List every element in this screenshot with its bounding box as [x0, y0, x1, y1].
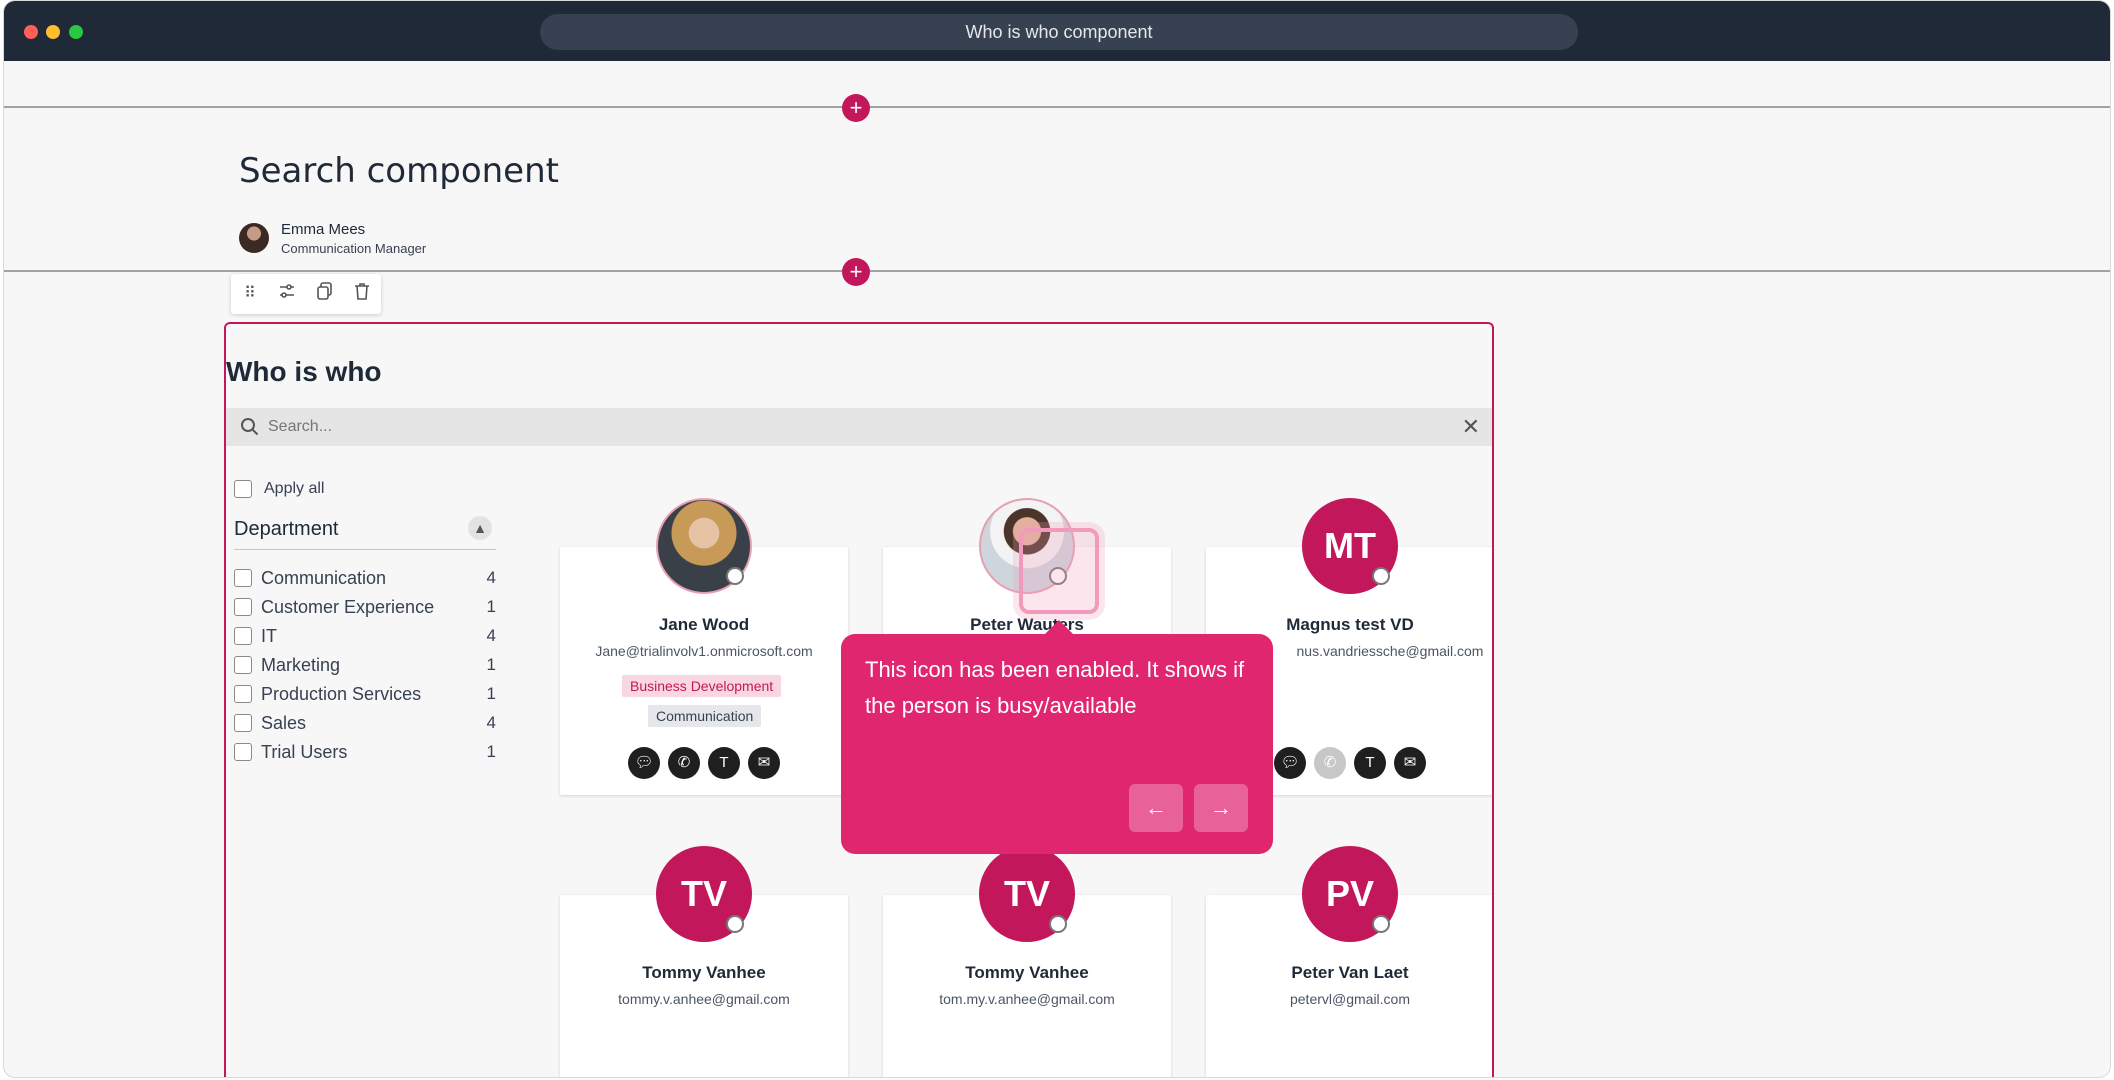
- app-window: Who is who component + Search component …: [3, 0, 2111, 1078]
- chevron-up-icon[interactable]: ▲: [468, 516, 492, 540]
- filter-checkbox[interactable]: [234, 714, 252, 732]
- teams-icon[interactable]: T: [1354, 747, 1386, 779]
- filter-label: Production Services: [261, 684, 422, 704]
- filter-count: 4: [486, 713, 496, 732]
- page-title: Search component: [239, 151, 559, 191]
- chat-icon[interactable]: 💬︎: [628, 747, 660, 779]
- filter-checkbox[interactable]: [234, 656, 252, 674]
- filter-count: 1: [486, 684, 496, 703]
- search-input[interactable]: [266, 417, 1370, 437]
- settings-icon[interactable]: [275, 282, 299, 306]
- arrow-left-icon[interactable]: ←: [1129, 784, 1183, 832]
- phone-icon[interactable]: ✆: [668, 747, 700, 779]
- mail-icon[interactable]: ✉: [1394, 747, 1426, 779]
- person-name: Tommy Vanhee: [642, 963, 766, 982]
- filter-count: 4: [486, 626, 496, 645]
- filter-label: Trial Users: [261, 742, 348, 762]
- phone-icon: ✆: [1314, 747, 1346, 779]
- filter-count: 4: [486, 568, 496, 587]
- filter-label: Sales: [261, 713, 307, 733]
- filter-checkbox[interactable]: [234, 598, 252, 616]
- presence-status-icon: [1049, 915, 1067, 933]
- filter-label: IT: [261, 626, 277, 646]
- titlebar: Who is who component: [4, 1, 2110, 61]
- section-divider: [4, 270, 2110, 272]
- address-bar[interactable]: Who is who component: [540, 14, 1578, 50]
- tooltip-text: This icon has been enabled. It shows if …: [865, 657, 1245, 718]
- close-icon[interactable]: ✕: [1462, 414, 1480, 440]
- chat-icon[interactable]: 💬︎: [1274, 747, 1306, 779]
- maximize-window-button[interactable]: [69, 25, 83, 39]
- presence-status-icon: [726, 567, 744, 585]
- person-name: Magnus test VD: [1286, 615, 1414, 634]
- filter-checkbox[interactable]: [234, 685, 252, 703]
- filter-count: 1: [486, 597, 496, 616]
- filter-label: Customer Experience: [261, 597, 435, 617]
- filter-checkbox[interactable]: [234, 569, 252, 587]
- person-email: Jane@trialinvolv1.onmicrosoft.com: [595, 643, 813, 659]
- close-window-button[interactable]: [24, 25, 38, 39]
- department-divider: [234, 549, 496, 550]
- person-name: Tommy Vanhee: [965, 963, 1089, 982]
- copy-icon[interactable]: [313, 282, 337, 306]
- apply-all-checkbox[interactable]: [234, 480, 252, 498]
- tour-highlight: [1019, 528, 1099, 614]
- person-email: nus.vandriessche@gmail.com: [1296, 643, 1484, 659]
- author-avatar: [239, 223, 269, 253]
- person-name: Peter Wauters: [970, 615, 1084, 634]
- contact-actions: 💬︎ ✆ T ✉: [560, 747, 848, 779]
- department-tag: Communication: [648, 705, 762, 727]
- mail-icon[interactable]: ✉: [748, 747, 780, 779]
- teams-icon[interactable]: T: [708, 747, 740, 779]
- search-bar: ✕: [226, 408, 1492, 446]
- webpart-toolbar: ⠿: [231, 274, 381, 314]
- author-name: Emma Mees: [281, 221, 366, 238]
- search-icon: [240, 417, 260, 437]
- arrow-right-icon[interactable]: →: [1194, 784, 1248, 832]
- apply-all-label: Apply all: [264, 480, 325, 497]
- delete-icon[interactable]: [350, 282, 374, 306]
- add-section-button[interactable]: +: [842, 94, 870, 122]
- filter-count: 1: [486, 655, 496, 674]
- presence-status-icon: [1372, 915, 1390, 933]
- filter-label: Communication: [261, 568, 387, 588]
- minimize-window-button[interactable]: [46, 25, 60, 39]
- filter-checkbox[interactable]: [234, 627, 252, 645]
- person-email: tom.my.v.anhee@gmail.com: [939, 991, 1115, 1007]
- person-email: tommy.v.anhee@gmail.com: [618, 991, 790, 1007]
- presence-status-icon: [726, 915, 744, 933]
- filter-count: 1: [486, 742, 496, 761]
- drag-icon[interactable]: ⠿: [238, 282, 262, 306]
- department-tag: Business Development: [622, 675, 782, 697]
- person-name: Peter Van Laet: [1291, 963, 1409, 982]
- person-name: Jane Wood: [658, 615, 750, 634]
- department-heading: Department: [234, 518, 339, 540]
- presence-status-icon: [1372, 567, 1390, 585]
- add-section-button[interactable]: +: [842, 258, 870, 286]
- author-role: Communication Manager: [281, 241, 427, 256]
- component-title: Who is who: [226, 356, 382, 387]
- filter-checkbox[interactable]: [234, 743, 252, 761]
- person-email: petervl@gmail.com: [1289, 991, 1411, 1007]
- tour-tooltip: This icon has been enabled. It shows if …: [841, 620, 1273, 854]
- section-divider: [4, 106, 2110, 108]
- filter-label: Marketing: [261, 655, 341, 675]
